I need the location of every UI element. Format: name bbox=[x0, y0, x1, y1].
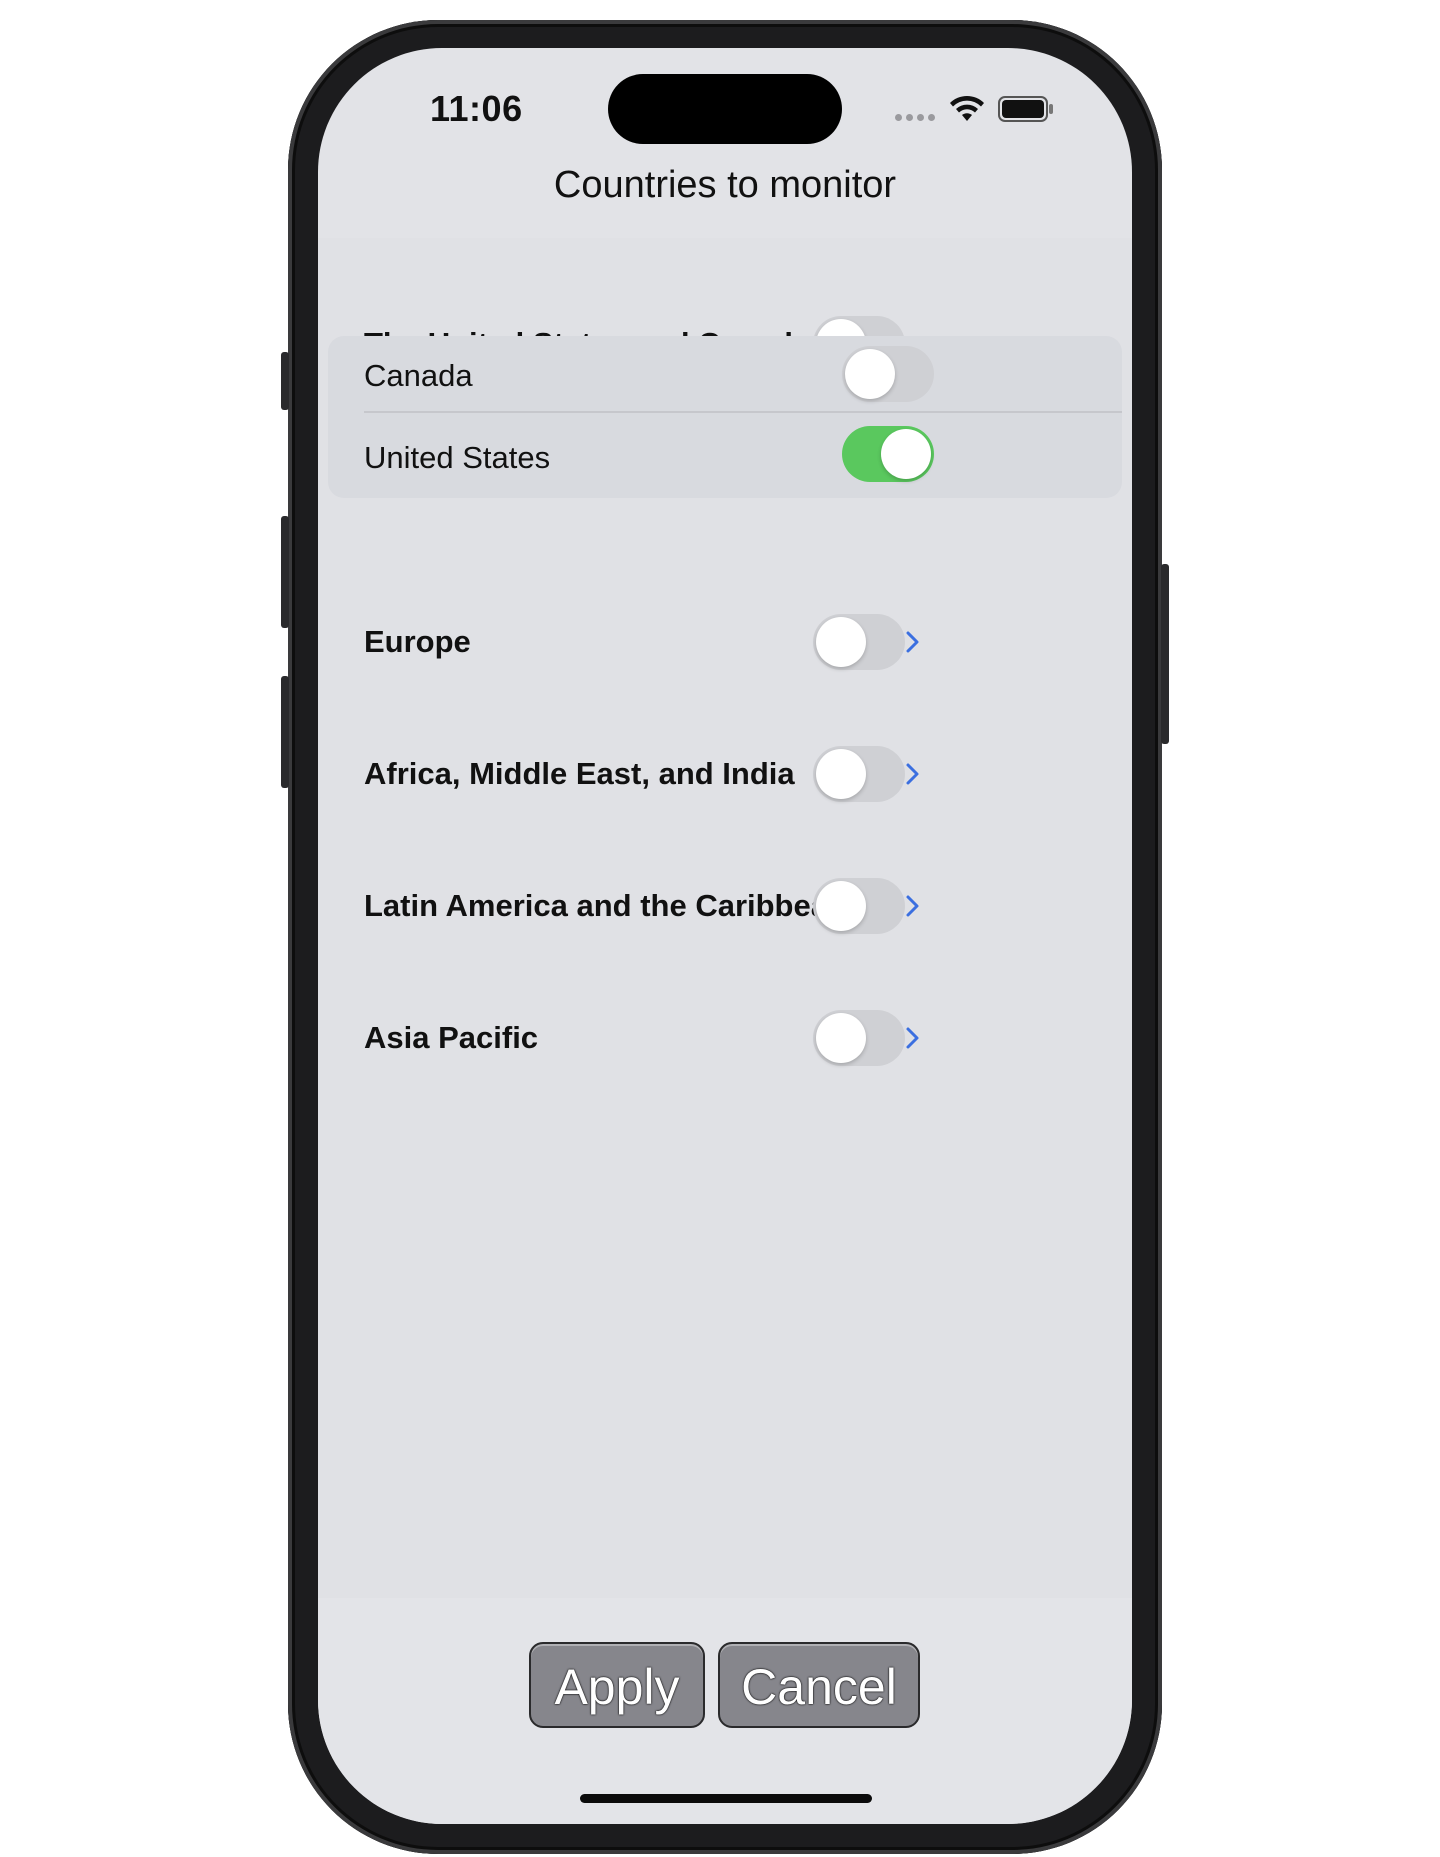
stage: 11:06 Countries to monitor The United St… bbox=[0, 0, 1440, 1857]
power-button bbox=[1161, 564, 1169, 744]
country-toggle-united-states[interactable] bbox=[842, 426, 934, 482]
region-toggle-latin-america-caribbean[interactable] bbox=[813, 878, 905, 934]
chevron-right-icon[interactable] bbox=[900, 1026, 924, 1050]
volume-down-button bbox=[281, 676, 289, 788]
dynamic-island bbox=[608, 74, 842, 144]
apply-button[interactable]: Apply bbox=[529, 1642, 705, 1728]
country-row-canada[interactable]: Canada bbox=[318, 332, 1132, 412]
wifi-icon bbox=[950, 95, 984, 121]
region-label: Latin America and the Caribbean bbox=[364, 888, 847, 923]
silent-switch bbox=[281, 352, 289, 410]
region-row-asia-pacific[interactable]: Asia Pacific bbox=[318, 998, 1132, 1078]
region-toggle-africa-middle-east-india[interactable] bbox=[813, 746, 905, 802]
page-title: Countries to monitor bbox=[553, 164, 897, 206]
country-row-united-states[interactable]: United States bbox=[318, 414, 1132, 494]
status-time: 11:06 bbox=[430, 88, 523, 129]
chevron-right-icon[interactable] bbox=[900, 630, 924, 654]
screen: 11:06 Countries to monitor The United St… bbox=[318, 48, 1132, 1824]
cellular-signal-icon bbox=[895, 114, 935, 121]
region-row-africa-middle-east-india[interactable]: Africa, Middle East, and India bbox=[318, 734, 1132, 814]
region-label: Africa, Middle East, and India bbox=[364, 756, 795, 791]
region-label: Asia Pacific bbox=[364, 1020, 539, 1055]
chevron-right-icon[interactable] bbox=[900, 762, 924, 786]
chevron-right-icon[interactable] bbox=[900, 894, 924, 918]
cancel-button[interactable]: Cancel bbox=[718, 1642, 920, 1728]
country-label: United States bbox=[364, 440, 551, 475]
home-indicator[interactable] bbox=[580, 1794, 872, 1803]
country-label: Canada bbox=[364, 358, 473, 393]
region-row-latin-america-caribbean[interactable]: Latin America and the Caribbean bbox=[318, 866, 1132, 946]
country-toggle-canada[interactable] bbox=[842, 346, 934, 402]
row-divider bbox=[364, 411, 1122, 413]
region-toggle-europe[interactable] bbox=[813, 614, 905, 670]
battery-icon bbox=[998, 96, 1053, 122]
region-row-europe[interactable]: Europe bbox=[318, 602, 1132, 682]
volume-up-button bbox=[281, 516, 289, 628]
region-label: Europe bbox=[364, 624, 471, 659]
region-toggle-asia-pacific[interactable] bbox=[813, 1010, 905, 1066]
